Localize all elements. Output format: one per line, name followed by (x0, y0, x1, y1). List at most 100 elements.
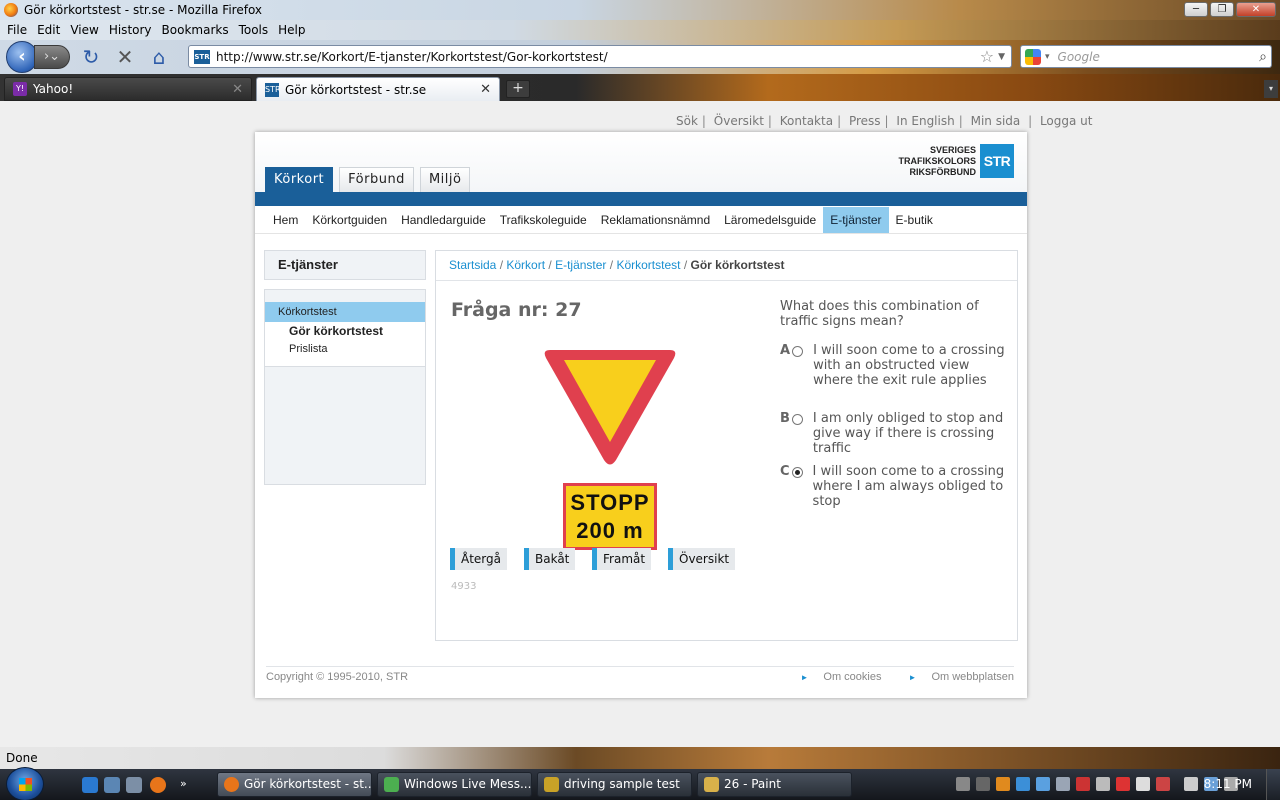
search-input[interactable]: Google (1058, 50, 1260, 64)
tray-app-icon[interactable] (1016, 777, 1030, 791)
menu-view[interactable]: View (65, 23, 103, 37)
url-bar[interactable]: STR http://www.str.se/Korkort/E-tjanster… (188, 45, 1012, 68)
tab-close-icon[interactable]: ✕ (480, 82, 491, 97)
menu-file[interactable]: File (2, 23, 32, 37)
reload-icon[interactable]: ↻ (78, 44, 104, 70)
google-icon[interactable] (1025, 48, 1041, 65)
toplink-logout[interactable]: Logga ut (1040, 114, 1093, 128)
task-driving-sample-test[interactable]: driving sample test (537, 772, 692, 797)
maximize-button[interactable]: ❐ (1210, 2, 1234, 17)
new-tab-button[interactable]: + (506, 80, 530, 98)
breadcrumb-current: Gör körkortstest (690, 258, 785, 272)
overview-button[interactable]: Översikt (668, 548, 736, 570)
answer-text: I will soon come to a crossing where I a… (812, 464, 1005, 509)
sidebar-item-gor-korkortstest[interactable]: Gör körkortstest (265, 322, 425, 340)
site-tab-forbund[interactable]: Förbund (339, 167, 414, 193)
menu-edit[interactable]: Edit (32, 23, 65, 37)
minimize-button[interactable]: ─ (1184, 2, 1208, 17)
return-button[interactable]: Återgå (450, 548, 507, 570)
home-icon[interactable]: ⌂ (146, 44, 172, 70)
breadcrumb-korkortstest[interactable]: Körkortstest (616, 258, 680, 272)
answer-c-radio[interactable] (791, 467, 803, 478)
url-text[interactable]: http://www.str.se/Korkort/E-tjanster/Kor… (216, 50, 980, 64)
footer-link-about[interactable]: ► Om webbplatsen (897, 671, 1014, 683)
search-bar[interactable]: ▾ Google ⌕ (1020, 45, 1272, 68)
previous-button[interactable]: Bakåt (524, 548, 576, 570)
header-divider (255, 192, 1027, 206)
tab-label: Yahoo! (33, 82, 74, 96)
task-live-messenger[interactable]: Windows Live Mess... (377, 772, 532, 797)
menu-history[interactable]: History (104, 23, 157, 37)
tray-app-icon[interactable] (1184, 777, 1198, 791)
task-firefox[interactable]: Gör körkortstest - st... (217, 772, 372, 797)
next-button[interactable]: Framåt (592, 548, 652, 570)
breadcrumb-e-tjanster[interactable]: E-tjänster (555, 258, 606, 272)
search-engine-dropdown-icon[interactable]: ▾ (1045, 52, 1050, 62)
sidebar-item-prislista[interactable]: Prislista (265, 340, 425, 358)
breadcrumb-korkort[interactable]: Körkort (506, 258, 545, 272)
close-button[interactable]: ✕ (1236, 2, 1276, 17)
search-icon[interactable]: ⌕ (1259, 49, 1267, 65)
tab-yahoo[interactable]: Y! Yahoo! ✕ (4, 77, 252, 101)
str-logo[interactable]: SVERIGES TRAFIKSKOLORS RIKSFÖRBUND STR (898, 144, 1014, 178)
menu-tools[interactable]: Tools (234, 23, 274, 37)
keyboard-icon[interactable] (956, 777, 970, 791)
toplink-search[interactable]: Sök (676, 114, 698, 128)
tray-app-icon[interactable] (1036, 777, 1050, 791)
answer-b-radio[interactable] (791, 414, 803, 425)
sidebar-item-korkortstest[interactable]: Körkortstest (265, 302, 425, 322)
menu-bar: File Edit View History Bookmarks Tools H… (0, 20, 1280, 40)
tray-app-icon[interactable] (1136, 777, 1150, 791)
toplink-english[interactable]: In English (896, 114, 954, 128)
subnav-e-butik[interactable]: E-butik (889, 207, 940, 233)
internet-explorer-icon[interactable] (82, 777, 98, 793)
tray-app-icon[interactable] (1056, 777, 1070, 791)
stop-icon[interactable]: ✕ (112, 44, 138, 70)
toplink-my-page[interactable]: Min sida (971, 114, 1021, 128)
tray-app-icon[interactable] (1076, 777, 1090, 791)
tray-app-icon[interactable] (1096, 777, 1110, 791)
subnav-e-tjanster[interactable]: E-tjänster (823, 206, 889, 233)
url-dropdown-icon[interactable]: ▼ (998, 52, 1005, 62)
logo-text: SVERIGES TRAFIKSKOLORS RIKSFÖRBUND (898, 144, 977, 177)
site-identity-icon[interactable]: STR (194, 49, 210, 64)
toplink-overview[interactable]: Översikt (714, 114, 764, 128)
subnav-hem[interactable]: Hem (266, 207, 305, 233)
answer-a-radio[interactable] (792, 346, 804, 357)
toplink-contact[interactable]: Kontakta (780, 114, 833, 128)
tray-expand-icon[interactable] (976, 777, 990, 791)
toplink-press[interactable]: Press (849, 114, 881, 128)
tray-app-icon[interactable] (1116, 777, 1130, 791)
quicklaunch-overflow-icon[interactable]: » (180, 777, 196, 793)
breadcrumb-startsida[interactable]: Startsida (449, 258, 496, 272)
switch-windows-icon[interactable] (126, 777, 142, 793)
answer-a[interactable]: A I will soon come to a crossing with an… (780, 343, 1010, 388)
tab-close-icon[interactable]: ✕ (232, 82, 243, 97)
subnav-laromedelsguide[interactable]: Läromedelsguide (717, 207, 823, 233)
forward-button[interactable]: ›⌄ (34, 45, 70, 69)
menu-help[interactable]: Help (273, 23, 310, 37)
subnav-trafikskoleguide[interactable]: Trafikskoleguide (493, 207, 594, 233)
answer-b[interactable]: B I am only obliged to stop and give way… (780, 411, 1010, 456)
clock[interactable]: 8:11 PM (1204, 777, 1252, 791)
site-tab-korkort[interactable]: Körkort (265, 167, 334, 193)
start-button[interactable] (6, 767, 44, 800)
firefox-quicklaunch-icon[interactable] (150, 777, 166, 793)
tab-list-icon[interactable]: ▾ (1264, 80, 1278, 98)
site-tab-miljo[interactable]: Miljö (419, 167, 471, 193)
tab-str[interactable]: STR Gör körkortstest - str.se ✕ (256, 77, 500, 101)
show-desktop-button[interactable] (1266, 769, 1280, 800)
subnav-reklamationsnamnd[interactable]: Reklamationsnämnd (594, 207, 717, 233)
footer-link-cookies[interactable]: ► Om cookies (788, 671, 881, 683)
bookmark-star-icon[interactable]: ☆ (980, 47, 994, 66)
subnav-handledarguide[interactable]: Handledarguide (394, 207, 493, 233)
show-desktop-icon[interactable] (104, 777, 120, 793)
subnav-korkortguiden[interactable]: Körkortguiden (305, 207, 394, 233)
status-text: Done (6, 751, 38, 765)
tray-app-icon[interactable] (1156, 777, 1170, 791)
menu-bookmarks[interactable]: Bookmarks (157, 23, 234, 37)
task-paint[interactable]: 26 - Paint (697, 772, 852, 797)
footer-links: ► Om cookies ► Om webbplatsen (776, 671, 1014, 683)
answer-c[interactable]: C I will soon come to a crossing where I… (780, 464, 1010, 509)
tray-app-icon[interactable] (996, 777, 1010, 791)
